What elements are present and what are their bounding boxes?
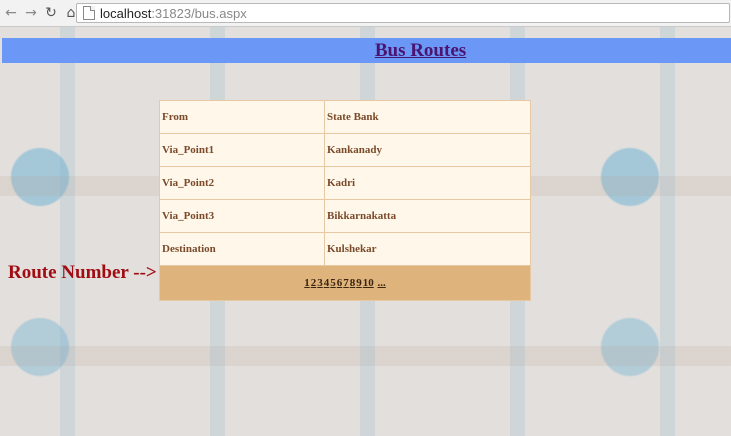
route-number-label: Route Number --> — [8, 262, 157, 283]
row-value: Kankanady — [324, 133, 531, 167]
url-path: :31823/bus.aspx — [151, 5, 247, 21]
page-link-1[interactable]: 1 — [304, 277, 310, 289]
row-value: Kulshekar — [324, 232, 531, 266]
page-link-7[interactable]: 7 — [343, 277, 349, 289]
table-row: Via_Point2 Kadri — [159, 166, 531, 200]
page-link-9[interactable]: 9 — [356, 277, 362, 289]
page-link-8[interactable]: 8 — [350, 277, 356, 289]
row-key: Via_Point1 — [159, 133, 325, 167]
page-title[interactable]: Bus Routes — [375, 40, 466, 62]
forward-icon[interactable]: → — [22, 3, 40, 23]
row-key: Destination — [159, 232, 325, 266]
row-key: Via_Point2 — [159, 166, 325, 200]
page-link-6[interactable]: 6 — [337, 277, 343, 289]
pager: 12345678910 ... — [159, 265, 531, 301]
page-link-more[interactable]: ... — [378, 277, 386, 289]
row-value: Kadri — [324, 166, 531, 200]
page-link-4[interactable]: 4 — [324, 277, 330, 289]
reload-icon[interactable]: ↻ — [42, 3, 60, 23]
back-icon[interactable]: ← — [2, 3, 20, 23]
page-icon — [83, 6, 95, 20]
page-link-10[interactable]: 10 — [363, 277, 374, 289]
row-key: From — [159, 100, 325, 134]
title-banner: Bus Routes — [2, 38, 731, 63]
browser-toolbar: ← → ↻ ⌂ localhost:31823/bus.aspx — [0, 0, 731, 27]
row-value: State Bank — [324, 100, 531, 134]
page-body: Bus Routes From State Bank Via_Point1 Ka… — [0, 27, 731, 436]
table-row: Via_Point3 Bikkarnakatta — [159, 199, 531, 233]
url-host: localhost — [100, 5, 152, 21]
page-link-3[interactable]: 3 — [317, 277, 323, 289]
row-key: Via_Point3 — [159, 199, 325, 233]
page-link-2[interactable]: 2 — [311, 277, 317, 289]
pager-row: 12345678910 ... — [159, 265, 531, 301]
address-bar[interactable]: localhost:31823/bus.aspx — [76, 3, 730, 23]
table-row: From State Bank — [159, 100, 531, 134]
route-details-table: From State Bank Via_Point1 Kankanady Via… — [159, 100, 531, 301]
table-row: Via_Point1 Kankanady — [159, 133, 531, 167]
row-value: Bikkarnakatta — [324, 199, 531, 233]
table-row: Destination Kulshekar — [159, 232, 531, 266]
page-link-5[interactable]: 5 — [330, 277, 336, 289]
